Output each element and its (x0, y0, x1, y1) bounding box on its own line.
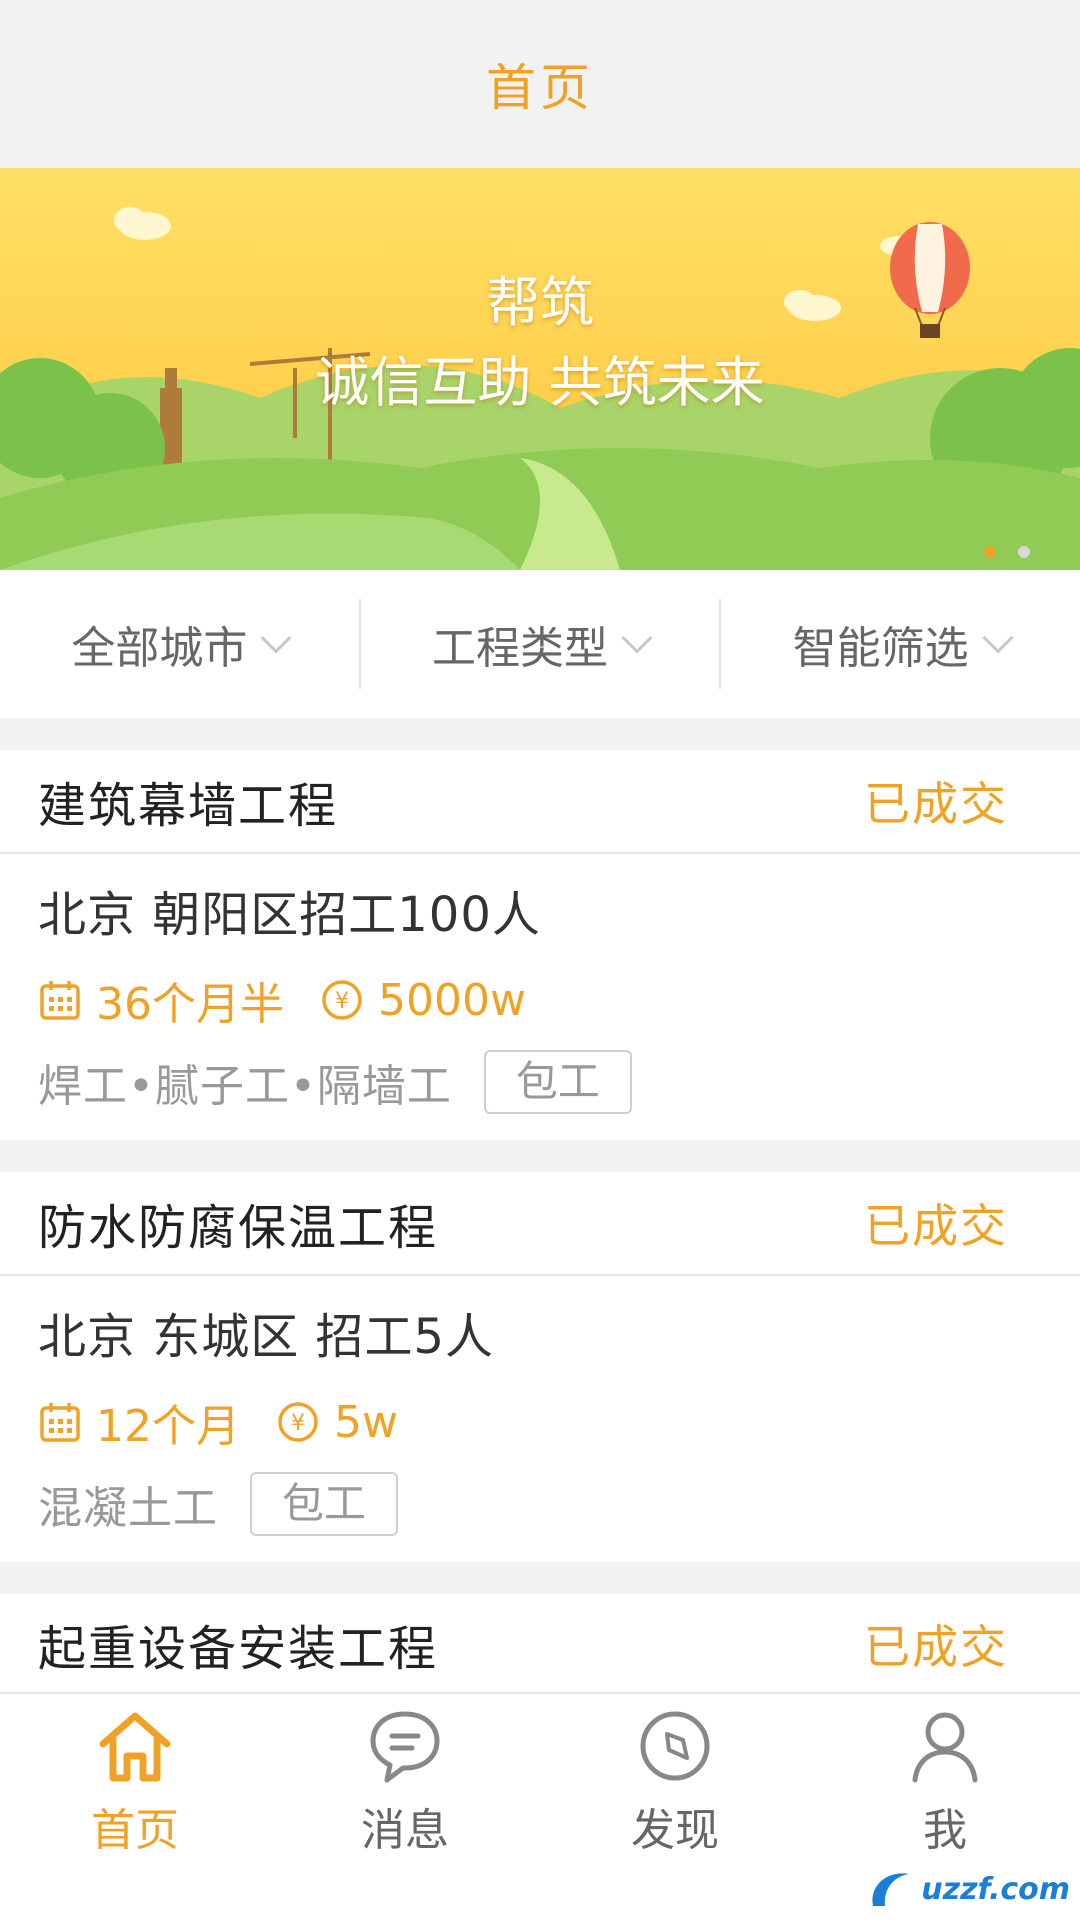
project-card[interactable]: 防水防腐保温工程 已成交 北京 东城区 招工5人 12个月 ¥ 5w 混凝土工 … (0, 1172, 1080, 1562)
project-duration: 12个月 (96, 1401, 240, 1452)
project-location: 北京 朝阳区招工100人 (38, 887, 541, 943)
watermark-swoosh-icon (872, 1873, 910, 1906)
tab-messages[interactable]: 消息 (270, 1694, 540, 1920)
contract-type-badge: 包工 (483, 1050, 632, 1114)
status-label: 已成交 (864, 1620, 1008, 1674)
page-title: 首页 (486, 59, 594, 117)
status-label: 已成交 (864, 1199, 1008, 1253)
project-title: 防水防腐保温工程 (38, 1200, 439, 1256)
chevron-down-icon (982, 622, 1014, 654)
filter-project-type[interactable]: 工程类型 (361, 599, 722, 689)
yuan-icon: ¥ (320, 978, 364, 1022)
tab-messages-label: 消息 (361, 1805, 449, 1856)
tab-discover[interactable]: 发现 (540, 1694, 810, 1920)
banner-title: 帮筑 (486, 271, 594, 334)
chevron-down-icon (621, 622, 653, 654)
filter-project-type-label: 工程类型 (432, 623, 608, 674)
card-header: 防水防腐保温工程 已成交 (0, 1172, 1080, 1276)
project-budget: 5w (334, 1396, 398, 1448)
user-icon (903, 1704, 987, 1792)
project-budget: 5000w (378, 974, 526, 1026)
project-meta: 36个月半 ¥ 5000w (38, 958, 1042, 1042)
filter-city[interactable]: 全部城市 (0, 599, 361, 689)
project-tags: 焊工•腻子工•隔墙工 包工 (38, 1042, 1042, 1122)
status-label: 已成交 (864, 777, 1008, 831)
project-location: 北京 东城区 招工5人 (38, 1309, 495, 1365)
contract-type-badge: 包工 (250, 1472, 399, 1536)
project-card[interactable]: 起重设备安装工程 已成交 (0, 1594, 1080, 1694)
calendar-icon (38, 1400, 82, 1444)
svg-text:¥: ¥ (335, 989, 349, 1014)
required-skills: 混凝土工 (38, 1483, 218, 1534)
tab-discover-label: 发现 (631, 1805, 719, 1856)
card-header: 起重设备安装工程 已成交 (0, 1594, 1080, 1694)
project-tags: 混凝土工 包工 (38, 1464, 1042, 1544)
top-nav-bar: 首页 (0, 0, 1080, 168)
promo-banner[interactable]: 帮筑 诚信互助 共筑未来 (0, 168, 1080, 570)
filter-smart-label: 智能筛选 (792, 623, 969, 674)
calendar-icon (38, 978, 82, 1022)
required-skills: 焊工•腻子工•隔墙工 (38, 1061, 452, 1112)
project-card[interactable]: 建筑幕墙工程 已成交 北京 朝阳区招工100人 36个月半 ¥ 5000w 焊工… (0, 750, 1080, 1140)
project-title: 建筑幕墙工程 (38, 778, 339, 834)
tab-me-label: 我 (923, 1805, 967, 1856)
message-icon (363, 1704, 447, 1792)
compass-icon (633, 1704, 717, 1792)
watermark-logo: uzzf.com (867, 1866, 1070, 1912)
banner-pagination (984, 546, 1030, 558)
filter-city-label: 全部城市 (71, 623, 248, 674)
svg-text:¥: ¥ (291, 1411, 305, 1436)
chevron-down-icon (260, 622, 292, 654)
card-header: 建筑幕墙工程 已成交 (0, 750, 1080, 854)
project-title: 起重设备安装工程 (38, 1621, 439, 1677)
pagination-dot[interactable] (1018, 546, 1030, 558)
filter-bar: 全部城市 工程类型 智能筛选 (0, 570, 1080, 718)
pagination-dot-active[interactable] (984, 546, 996, 558)
tab-home[interactable]: 首页 (0, 1694, 270, 1920)
project-duration: 36个月半 (96, 979, 284, 1030)
tab-home-label: 首页 (91, 1805, 179, 1856)
project-meta: 12个月 ¥ 5w (38, 1380, 1042, 1464)
banner-slogan: 诚信互助 共筑未来 (315, 351, 765, 414)
home-icon (93, 1704, 177, 1792)
yuan-icon: ¥ (276, 1400, 320, 1444)
bottom-tab-bar: 首页 消息 发现 我 uzzf.com (0, 1692, 1080, 1920)
filter-smart[interactable]: 智能筛选 (721, 599, 1080, 689)
watermark-text: uzzf.com (921, 1871, 1070, 1907)
